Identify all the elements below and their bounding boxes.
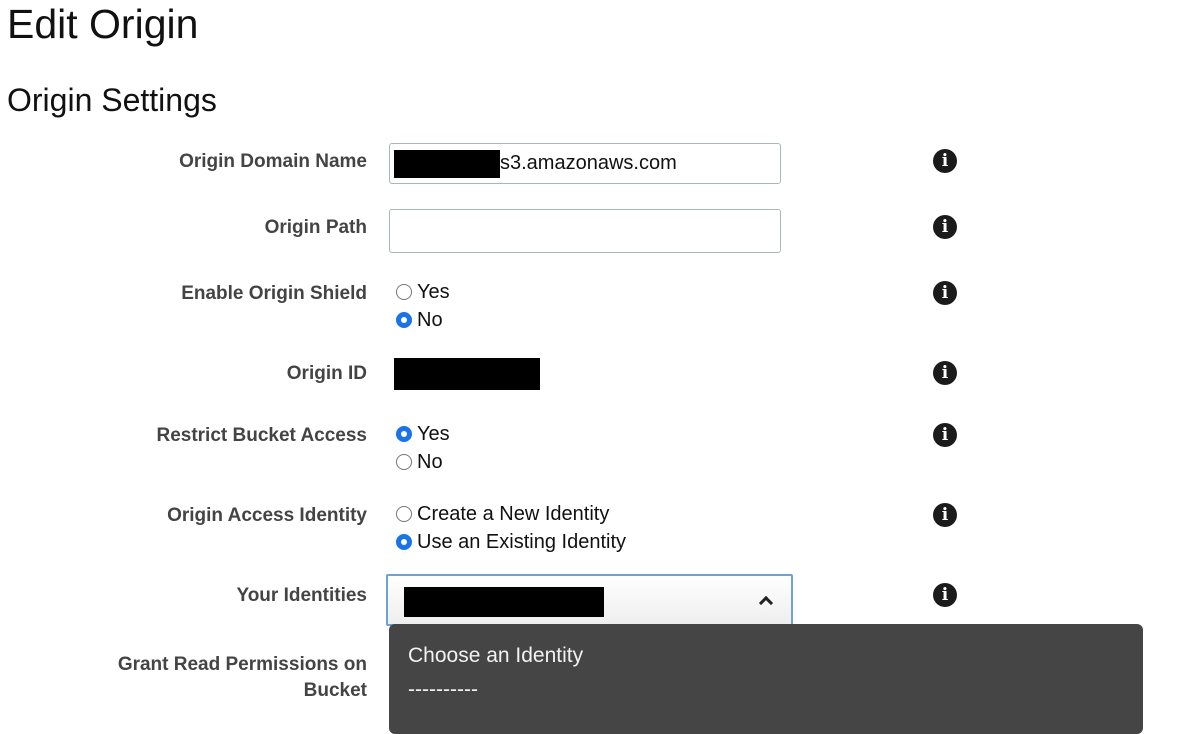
- redacted-selected-value: [404, 587, 604, 617]
- restrict-bucket-yes-option[interactable]: Yes: [396, 420, 450, 448]
- radio-button-selected[interactable]: [396, 312, 412, 328]
- info-icon[interactable]: i: [933, 149, 957, 173]
- enable-origin-shield-label: Enable Origin Shield: [181, 283, 367, 304]
- origin-path-input[interactable]: [389, 209, 781, 253]
- radio-label: No: [417, 450, 443, 473]
- restrict-bucket-access-radio-group: Yes No: [396, 420, 450, 476]
- dropdown-option-separator[interactable]: ----------: [408, 678, 478, 702]
- radio-label: Yes: [417, 280, 450, 303]
- radio-label: Create a New Identity: [417, 502, 610, 525]
- radio-button-selected[interactable]: [396, 426, 412, 442]
- radio-label: No: [417, 308, 443, 331]
- origin-path-label: Origin Path: [264, 217, 367, 238]
- origin-domain-name-label: Origin Domain Name: [179, 151, 367, 172]
- dropdown-option-choose-identity[interactable]: Choose an Identity: [408, 644, 583, 668]
- restrict-bucket-access-label: Restrict Bucket Access: [156, 425, 367, 446]
- origin-domain-name-value: s3.amazonaws.com: [500, 152, 677, 174]
- info-icon[interactable]: i: [933, 215, 957, 239]
- enable-origin-shield-radio-group: Yes No: [396, 278, 450, 334]
- create-new-identity-option[interactable]: Create a New Identity: [396, 500, 626, 528]
- radio-label: Yes: [417, 422, 450, 445]
- info-icon[interactable]: i: [933, 423, 957, 447]
- redacted-block: [394, 150, 500, 178]
- chevron-up-icon: [758, 595, 774, 611]
- section-title: Origin Settings: [7, 82, 217, 118]
- use-existing-identity-option[interactable]: Use an Existing Identity: [396, 528, 626, 556]
- identities-dropdown-list: Choose an Identity ----------: [389, 624, 1143, 734]
- grant-read-permissions-label-line1: Grant Read Permissions on: [117, 654, 367, 675]
- radio-button[interactable]: [396, 284, 412, 300]
- info-icon[interactable]: i: [933, 361, 957, 385]
- your-identities-select[interactable]: [386, 574, 793, 626]
- radio-label: Use an Existing Identity: [417, 530, 626, 553]
- info-icon[interactable]: i: [933, 583, 957, 607]
- your-identities-label: Your Identities: [236, 585, 367, 606]
- radio-button[interactable]: [396, 506, 412, 522]
- info-icon[interactable]: i: [933, 281, 957, 305]
- origin-domain-name-input[interactable]: s3.amazonaws.com: [389, 143, 781, 184]
- origin-id-redacted-value: [394, 358, 540, 390]
- restrict-bucket-no-option[interactable]: No: [396, 448, 450, 476]
- radio-button[interactable]: [396, 454, 412, 470]
- origin-access-identity-radio-group: Create a New Identity Use an Existing Id…: [396, 500, 626, 556]
- origin-shield-yes-option[interactable]: Yes: [396, 278, 450, 306]
- origin-id-label: Origin ID: [286, 363, 367, 384]
- origin-access-identity-label: Origin Access Identity: [167, 505, 367, 526]
- grant-read-permissions-label-line2: Bucket: [303, 680, 367, 701]
- grant-read-permissions-label: Grant Read Permissions on Bucket: [67, 652, 367, 704]
- origin-shield-no-option[interactable]: No: [396, 306, 450, 334]
- info-icon[interactable]: i: [933, 503, 957, 527]
- page-title: Edit Origin: [7, 1, 199, 47]
- radio-button-selected[interactable]: [396, 534, 412, 550]
